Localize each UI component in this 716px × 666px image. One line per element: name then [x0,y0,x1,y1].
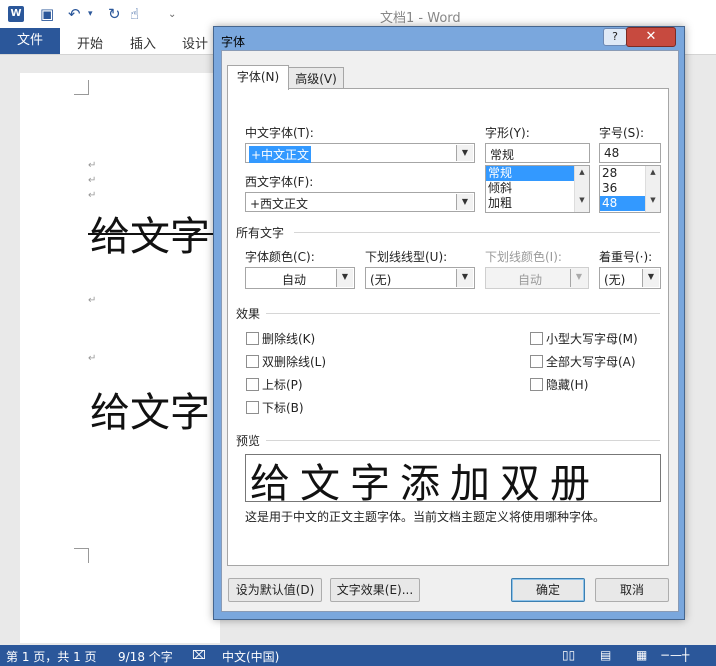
section-all-text: 所有文字 [236,226,285,240]
list-item[interactable]: 常规 [486,166,575,181]
word-app-icon: W [8,6,24,22]
font-style-label: 字形(Y): [485,126,530,140]
underline-style-value: (无) [370,273,392,287]
chevron-down-icon[interactable]: ▾ [88,9,93,19]
underline-style-dropdown[interactable]: (无) ▼ [365,267,475,289]
hidden-label[interactable]: 隐藏(H) [546,376,588,393]
emphasis-mark-value: (无) [604,273,626,287]
small-caps-label[interactable]: 小型大写字母(M) [546,330,638,347]
save-icon[interactable]: ▣ [40,5,54,23]
section-effects: 效果 [236,307,261,321]
page-corner-mark [74,80,89,95]
font-style-input[interactable]: 常规 [485,143,590,163]
scrollbar[interactable]: ▲ ▼ [574,166,589,212]
section-preview: 预览 [236,434,261,448]
window-title: 文档1 - Word [380,11,461,26]
zoom-slider[interactable]: −—┼ [660,648,689,662]
tab-font[interactable]: 字体(N) [227,65,289,90]
close-button[interactable]: ✕ [626,27,676,47]
underline-style-label: 下划线线型(U): [365,250,448,264]
small-caps-checkbox[interactable] [530,332,543,345]
status-bar: 第 1 页，共 1 页 9/18 个字 ⌧ 中文(中国) ▯▯ ▤ ▦ −—┼ [0,645,716,666]
paragraph-mark: ↵ [88,160,97,171]
divider [294,232,660,233]
chevron-down-icon: ▼ [570,269,587,287]
underline-color-value: 自动 [518,273,543,287]
font-color-label: 字体颜色(C): [245,250,315,264]
cancel-button[interactable]: 取消 [595,578,669,602]
double-strikethrough-checkbox[interactable] [246,355,259,368]
superscript-label[interactable]: 上标(P) [262,376,303,393]
all-caps-label[interactable]: 全部大写字母(A) [546,353,636,370]
help-button[interactable]: ? [603,28,627,46]
subscript-checkbox[interactable] [246,401,259,414]
dialog-title: 字体 [221,35,246,49]
hidden-checkbox[interactable] [530,378,543,391]
customize-toolbar-icon[interactable]: ⌄ [168,9,176,20]
preview-box: 给文字添加双册 [245,454,661,502]
status-page-count[interactable]: 第 1 页，共 1 页 [6,648,97,665]
preview-description: 这是用于中文的正文主题字体。当前文档主题定义将使用哪种字体。 [245,510,606,524]
touch-mode-icon[interactable]: ☝ [130,5,139,23]
text-effects-button[interactable]: 文字效果(E)... [330,578,420,602]
chevron-down-icon[interactable]: ▼ [336,269,353,287]
tab-file[interactable]: 文件 [0,28,60,54]
emphasis-mark-label: 着重号(·): [599,250,653,264]
western-font-combo[interactable]: +西文正文 ▼ [245,192,475,212]
chevron-down-icon[interactable]: ▼ [456,269,473,287]
tab-advanced[interactable]: 高级(V) [288,67,344,90]
strikethrough-checkbox[interactable] [246,332,259,345]
paragraph-mark: ↵ [88,295,97,306]
font-size-input[interactable]: 48 [599,143,661,163]
underline-color-dropdown: 自动 ▼ [485,267,589,289]
document-page[interactable] [20,73,220,643]
chevron-down-icon[interactable]: ▼ [642,269,659,287]
font-color-dropdown[interactable]: 自动 ▼ [245,267,355,289]
divider [266,440,660,441]
emphasis-mark-dropdown[interactable]: (无) ▼ [599,267,661,289]
western-font-value: +西文正文 [250,197,309,211]
font-style-value: 常规 [490,148,515,162]
paragraph-mark: ↵ [88,353,97,364]
western-font-label: 西文字体(F): [245,175,314,189]
chinese-font-combo[interactable]: +中文正文 ▼ [245,143,475,163]
scrollbar[interactable]: ▲ ▼ [645,166,660,212]
page-corner-mark [74,548,89,563]
chinese-font-value: +中文正文 [249,146,312,163]
font-size-value: 48 [604,146,620,160]
document-text[interactable]: 给文字 [90,380,210,438]
tab-home[interactable]: 开始 [77,33,103,52]
font-size-label: 字号(S): [599,126,645,140]
strikethrough-line [88,233,218,235]
all-caps-checkbox[interactable] [530,355,543,368]
status-language[interactable]: 中文(中国) [222,648,279,665]
font-size-list[interactable]: 28 36 48 ▲ ▼ [599,165,661,213]
double-strikethrough-label[interactable]: 双删除线(L) [262,353,326,370]
preview-sample-text: 给文字添加双册 [250,461,600,502]
print-layout-icon[interactable]: ▤ [600,648,611,662]
web-layout-icon[interactable]: ▦ [636,648,647,662]
subscript-label[interactable]: 下标(B) [262,399,304,416]
undo-icon[interactable]: ↶ [68,5,81,23]
read-mode-icon[interactable]: ▯▯ [562,648,575,662]
paragraph-mark: ↵ [88,190,97,201]
chevron-down-icon[interactable]: ▼ [456,194,473,210]
set-default-button[interactable]: 设为默认值(D) [228,578,322,602]
redo-icon[interactable]: ↻ [108,5,121,23]
list-item[interactable]: 48 [600,196,646,211]
proofing-icon[interactable]: ⌧ [192,648,206,662]
tab-design[interactable]: 设计 [182,33,208,52]
superscript-checkbox[interactable] [246,378,259,391]
paragraph-mark: ↵ [88,175,97,186]
strikethrough-label[interactable]: 删除线(K) [262,330,315,347]
divider [266,313,660,314]
ok-button[interactable]: 确定 [511,578,585,602]
font-style-list[interactable]: 常规 倾斜 加粗 ▲ ▼ [485,165,590,213]
chinese-font-label: 中文字体(T): [245,126,314,140]
tab-insert[interactable]: 插入 [130,33,156,52]
font-color-value: 自动 [282,273,307,287]
status-word-count[interactable]: 9/18 个字 [118,648,173,665]
chevron-down-icon[interactable]: ▼ [456,145,473,161]
underline-color-label: 下划线颜色(I): [485,250,562,264]
